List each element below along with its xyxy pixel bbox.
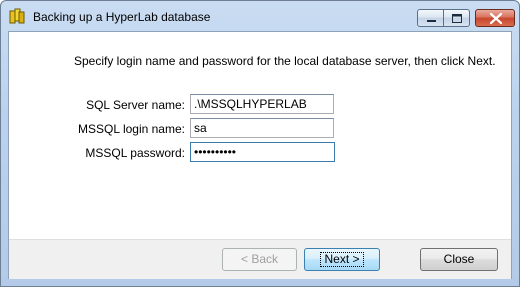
content-panel: Specify login name and password for the … (9, 32, 511, 239)
close-icon (489, 12, 503, 25)
password-label: MSSQL password: (85, 146, 185, 160)
app-icon (9, 8, 25, 24)
instruction-text: Specify login name and password for the … (74, 54, 496, 68)
login-name-input[interactable] (190, 118, 334, 138)
server-name-input[interactable] (190, 94, 334, 114)
close-button[interactable]: Close (420, 248, 498, 271)
maximize-button[interactable] (443, 9, 470, 27)
minimize-icon (427, 20, 436, 22)
password-input[interactable] (190, 142, 335, 162)
button-bar: < Back Next > Close (9, 239, 511, 279)
next-button[interactable]: Next > (304, 248, 380, 271)
maximize-icon (452, 14, 462, 23)
server-name-label: SQL Server name: (86, 98, 185, 112)
next-button-label: Next > (320, 252, 364, 267)
back-button[interactable]: < Back (222, 248, 297, 271)
title-bar[interactable]: Backing up a HyperLab database (1, 1, 519, 31)
dialog-client-area: Specify login name and password for the … (8, 31, 512, 279)
login-name-label: MSSQL login name: (78, 122, 185, 136)
window-title: Backing up a HyperLab database (33, 10, 211, 24)
minimize-button[interactable] (417, 9, 444, 27)
close-button-label: Close (443, 252, 475, 266)
close-window-button[interactable] (475, 9, 515, 27)
dialog-window: Backing up a HyperLab database Specify l… (0, 0, 520, 287)
back-button-label: < Back (240, 252, 279, 266)
